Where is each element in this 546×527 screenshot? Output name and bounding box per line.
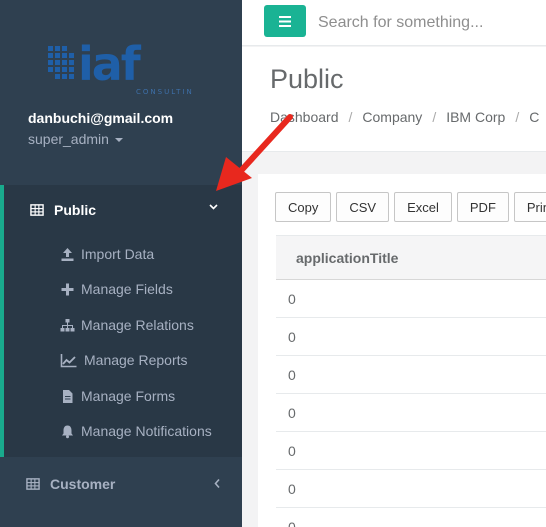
data-table: applicationTitle 0 0 0 0 0 0 0 <box>276 235 546 527</box>
line-chart-icon <box>60 353 77 367</box>
breadcrumb-link[interactable]: IBM Corp <box>446 109 505 125</box>
sidebar: iaf CONSULTING danbuchi@gmail.com super_… <box>0 0 242 527</box>
nav-item-customer[interactable]: Customer <box>26 474 115 494</box>
sidebar-item-manage-fields[interactable]: Manage Fields <box>60 279 173 299</box>
sidebar-item-label: Manage Notifications <box>81 423 212 439</box>
caret-down-icon <box>114 138 123 142</box>
chevron-down-icon[interactable] <box>209 202 218 211</box>
bell-icon <box>62 425 73 438</box>
nav-public-label: Public <box>54 202 97 218</box>
iaf-logo: iaf CONSULTING <box>48 37 193 96</box>
sidebar-item-label: Manage Relations <box>81 317 194 333</box>
user-email: danbuchi@gmail.com <box>28 110 174 126</box>
sidebar-item-manage-forms[interactable]: Manage Forms <box>60 386 175 406</box>
table-row[interactable]: 0 <box>276 279 546 318</box>
breadcrumb-link[interactable]: C <box>529 109 539 125</box>
file-icon <box>63 389 73 403</box>
upload-icon <box>61 247 74 261</box>
user-role-dropdown[interactable]: super_admin <box>28 131 123 147</box>
table-cell: 0 <box>276 393 546 432</box>
table-row[interactable]: 0 <box>276 317 546 356</box>
sidebar-item-label: Manage Fields <box>81 281 173 297</box>
excel-button[interactable]: Excel <box>394 192 452 222</box>
table-cell: 0 <box>276 355 546 394</box>
sidebar-item-manage-relations[interactable]: Manage Relations <box>60 315 194 335</box>
page-title: Public <box>270 64 344 94</box>
table-cell: 0 <box>276 431 546 470</box>
breadcrumb: Dashboard / Company / IBM Corp / C <box>270 109 539 125</box>
sidebar-item-manage-notifications[interactable]: Manage Notifications <box>60 421 212 441</box>
column-header-application-title[interactable]: applicationTitle <box>276 235 546 280</box>
table-row[interactable]: 0 <box>276 469 546 508</box>
sidebar-item-manage-reports[interactable]: Manage Reports <box>60 350 188 370</box>
nav-item-public[interactable]: Public <box>30 200 96 220</box>
svg-text:iaf: iaf <box>78 37 142 91</box>
hamburger-icon <box>279 15 291 27</box>
table-row[interactable]: 0 <box>276 393 546 432</box>
plus-icon <box>61 283 74 295</box>
copy-button[interactable]: Copy <box>275 192 332 222</box>
sidebar-item-label: Manage Reports <box>84 352 188 368</box>
breadcrumb-link[interactable]: Company <box>362 109 422 125</box>
table-row[interactable]: 0 <box>276 355 546 394</box>
search-input[interactable] <box>318 8 538 38</box>
breadcrumb-separator: / <box>432 109 437 125</box>
print-button[interactable]: Print <box>513 192 546 222</box>
table-cell: 0 <box>276 469 546 508</box>
table-export-buttons: Copy CSV Excel PDF Print <box>275 192 546 222</box>
svg-text:CONSULTING: CONSULTING <box>136 88 193 96</box>
chevron-left-icon[interactable] <box>213 478 222 489</box>
menu-toggle-button[interactable] <box>264 5 306 37</box>
table-icon <box>26 478 40 490</box>
page-heading <box>242 47 546 152</box>
user-role-label: super_admin <box>28 131 109 147</box>
table-cell: 0 <box>276 279 546 318</box>
sidebar-item-label: Manage Forms <box>81 388 176 404</box>
sidebar-item-import-data[interactable]: Import Data <box>60 244 154 264</box>
table-icon <box>30 204 44 216</box>
breadcrumb-separator: / <box>515 109 520 125</box>
table-cell: 0 <box>276 507 546 527</box>
breadcrumb-separator: / <box>348 109 353 125</box>
table-header-row: applicationTitle <box>276 235 546 280</box>
nav-customer-label: Customer <box>50 476 116 492</box>
sidebar-item-label: Import Data <box>81 246 155 262</box>
table-row[interactable]: 0 <box>276 431 546 470</box>
breadcrumb-link[interactable]: Dashboard <box>270 109 339 125</box>
pdf-button[interactable]: PDF <box>456 192 509 222</box>
table-row[interactable]: 0 <box>276 507 546 527</box>
sitemap-icon <box>60 318 75 331</box>
csv-button[interactable]: CSV <box>336 192 390 222</box>
table-cell: 0 <box>276 317 546 356</box>
